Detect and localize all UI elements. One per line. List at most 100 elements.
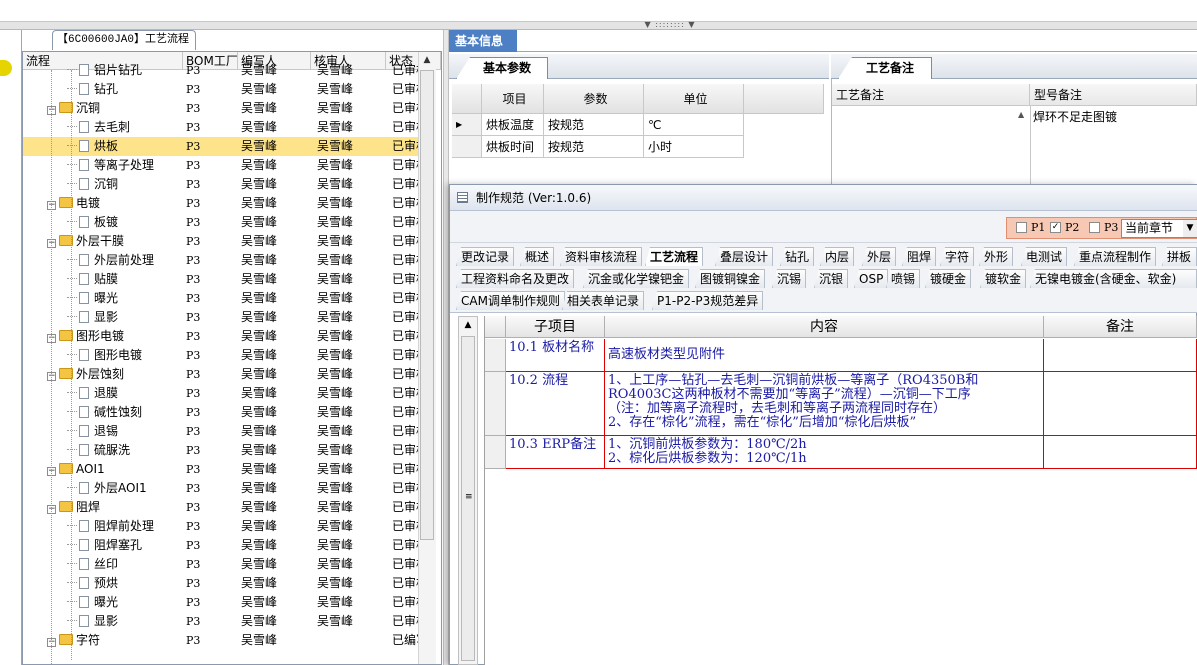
tree-row[interactable]: 硫脲洗 P3 吴雪峰 吴雪峰 已审核 — [23, 441, 428, 460]
tree-node[interactable]: 等离子处理 — [67, 156, 179, 175]
tree-folder-row[interactable]: − AOI1 P3 吴雪峰 吴雪峰 已审核 — [23, 460, 428, 479]
chapter-tab[interactable]: 镀硬金 — [925, 269, 972, 288]
tree-node[interactable]: 贴膜 — [67, 270, 179, 289]
checkbox-p2[interactable]: ✓ — [1050, 222, 1061, 233]
grid-cell-subitem[interactable]: 10.1 板材名称 — [506, 339, 605, 372]
tree-node[interactable]: 阻焊前处理 — [67, 517, 179, 536]
tree-node[interactable]: 预烘 — [67, 574, 179, 593]
tree-row[interactable]: 丝印 P3 吴雪峰 吴雪峰 已审核 — [23, 555, 428, 574]
tree-node[interactable]: − 电镀 — [47, 194, 179, 213]
scroll-up-icon[interactable]: ▲ — [461, 318, 475, 332]
tree-row[interactable]: 贴膜 P3 吴雪峰 吴雪峰 已审核 — [23, 270, 428, 289]
tree-row[interactable]: 碱性蚀刻 P3 吴雪峰 吴雪峰 已审核 — [23, 403, 428, 422]
chapter-tab[interactable]: 电测试 — [1021, 247, 1068, 266]
tree-node[interactable]: − 阻焊 — [47, 498, 179, 517]
tree-node[interactable]: 显影 — [67, 612, 179, 631]
grid-cell-subitem[interactable]: 10.3 ERP备注 — [506, 436, 605, 469]
grid-cell-note[interactable] — [1044, 436, 1197, 469]
tree-node[interactable]: 丝印 — [67, 555, 179, 574]
grid-col-0[interactable]: 子项目 — [506, 316, 605, 338]
tree-row[interactable]: 退锡 P3 吴雪峰 吴雪峰 已审核 — [23, 422, 428, 441]
tree-folder-row[interactable]: − 外层蚀刻 P3 吴雪峰 吴雪峰 已审核 — [23, 365, 428, 384]
tree-row[interactable]: 外层前处理 P3 吴雪峰 吴雪峰 已审核 — [23, 251, 428, 270]
tree-node[interactable]: 沉铜 — [67, 175, 179, 194]
tree-node[interactable]: − 图形电镀 — [47, 327, 179, 346]
chapter-tab[interactable]: 叠层设计 — [715, 247, 774, 266]
params-cell-item[interactable]: 烘板时间 — [482, 136, 544, 158]
chapter-tab[interactable]: 图镀铜镍金 — [695, 269, 766, 288]
grid-cell-subitem[interactable]: 10.2 流程 — [506, 372, 605, 436]
tree-row[interactable]: 显影 P3 吴雪峰 吴雪峰 已审核 — [23, 308, 428, 327]
tree-row[interactable]: 等离子处理 P3 吴雪峰 吴雪峰 已审核 — [23, 156, 428, 175]
tree-row[interactable]: 钻孔 P3 吴雪峰 吴雪峰 已审核 — [23, 80, 428, 99]
tab-basic-params[interactable]: 基本参数 — [456, 57, 548, 79]
chapter-tab[interactable]: 镀软金 — [980, 269, 1027, 288]
grid-cell-note[interactable] — [1044, 372, 1197, 436]
model-note-text[interactable]: 焊环不足走图镀 — [1033, 108, 1117, 125]
chapter-tab[interactable]: P1-P2-P3规范差异 — [652, 291, 764, 310]
tree-scrollbar-thumb[interactable] — [420, 70, 434, 540]
chapter-tab[interactable]: OSP — [854, 269, 889, 288]
params-cell-item[interactable]: 烘板温度 — [482, 114, 544, 136]
grid-row-header[interactable] — [485, 372, 506, 436]
chapter-tab[interactable]: 内层 — [820, 247, 855, 266]
tree-node[interactable]: 退锡 — [67, 422, 179, 441]
tree-node[interactable]: 曝光 — [67, 289, 179, 308]
tree-folder-row[interactable]: − 沉铜 P3 吴雪峰 吴雪峰 已审核 — [23, 99, 428, 118]
horizontal-splitter[interactable] — [0, 22, 1197, 30]
scroll-up-icon[interactable]: ▲ — [420, 53, 434, 67]
chapter-tab[interactable]: 概述 — [520, 247, 555, 266]
chapter-tab[interactable]: CAM调单制作规则 — [456, 291, 565, 310]
grid-cell-content[interactable]: 高速板材类型见附件 — [605, 339, 1044, 372]
params-col-0[interactable]: 项目 — [482, 84, 544, 114]
chapter-tab[interactable]: 工程资料命名及更改 — [456, 269, 575, 288]
tab-basic-info[interactable]: 基本信息 — [449, 30, 517, 52]
tree-node[interactable]: − 外层干膜 — [47, 232, 179, 251]
tree-row[interactable]: 预烘 P3 吴雪峰 吴雪峰 已审核 — [23, 574, 428, 593]
chapter-tab[interactable]: 钻孔 — [780, 247, 815, 266]
checkbox-p1[interactable] — [1016, 222, 1027, 233]
tree-row[interactable]: 曝光 P3 吴雪峰 吴雪峰 已审核 — [23, 593, 428, 612]
tree-node[interactable]: 板镀 — [67, 213, 179, 232]
tree-node[interactable]: − AOI1 — [47, 460, 179, 479]
tree-folder-row[interactable]: − 电镀 P3 吴雪峰 吴雪峰 已审核 — [23, 194, 428, 213]
tree-row[interactable]: 阻焊塞孔 P3 吴雪峰 吴雪峰 已审核 — [23, 536, 428, 555]
tree-node[interactable]: 曝光 — [67, 593, 179, 612]
grid-row-header[interactable] — [485, 436, 506, 469]
splitter-grip-icon[interactable]: ▼ :::::::: ▼ — [640, 21, 700, 30]
tree-node[interactable]: − 沉铜 — [47, 99, 179, 118]
chapter-tab[interactable]: 字符 — [940, 247, 975, 266]
tree-folder-row[interactable]: − 图形电镀 P3 吴雪峰 吴雪峰 已审核 — [23, 327, 428, 346]
chapter-tab[interactable]: 沉锡 — [772, 269, 807, 288]
tree-row[interactable]: 图形电镀 P3 吴雪峰 吴雪峰 已审核 — [23, 346, 428, 365]
grid-col-2[interactable]: 备注 — [1044, 316, 1197, 338]
tree-node[interactable]: 显影 — [67, 308, 179, 327]
params-col-1[interactable]: 参数 — [544, 84, 644, 114]
tree-node[interactable]: 退膜 — [67, 384, 179, 403]
params-cell-param[interactable]: 按规范 — [544, 114, 644, 136]
grid-row-header[interactable] — [485, 339, 506, 372]
tree-folder-row[interactable]: − 字符 P3 吴雪峰 已编写 — [23, 631, 428, 650]
tree-node[interactable]: 阻焊塞孔 — [67, 536, 179, 555]
tree-row[interactable]: 板镀 P3 吴雪峰 吴雪峰 已审核 — [23, 213, 428, 232]
tree-node[interactable]: 硫脲洗 — [67, 441, 179, 460]
chapter-tab[interactable]: 工艺流程 — [645, 247, 704, 266]
tree-row[interactable]: 铝片钻孔 P3 吴雪峰 吴雪峰 已审核 — [23, 61, 428, 80]
tree-node[interactable]: 碱性蚀刻 — [67, 403, 179, 422]
tree-row[interactable]: 烘板 P3 吴雪峰 吴雪峰 已审核 — [23, 137, 428, 156]
tree-node[interactable]: 铝片钻孔 — [67, 61, 179, 80]
chapter-tab[interactable]: 外层 — [862, 247, 897, 266]
tree-node[interactable]: 外层AOI1 — [67, 479, 179, 498]
tree-row[interactable]: 外层AOI1 P3 吴雪峰 吴雪峰 已审核 — [23, 479, 428, 498]
tree-row[interactable]: 退膜 P3 吴雪峰 吴雪峰 已审核 — [23, 384, 428, 403]
params-cell-unit[interactable]: 小时 — [644, 136, 744, 158]
chapter-tab[interactable]: 相关表单记录 — [562, 291, 645, 310]
tree-node[interactable]: 图形电镀 — [67, 346, 179, 365]
tree-node[interactable]: − 字符 — [47, 631, 179, 650]
chapter-tab[interactable]: 沉金或化学镍钯金 — [583, 269, 690, 288]
tree-row[interactable]: 阻焊前处理 P3 吴雪峰 吴雪峰 已审核 — [23, 517, 428, 536]
chapter-tab[interactable]: 更改记录 — [456, 247, 515, 266]
chapter-tab[interactable]: 阻焊 — [902, 247, 937, 266]
tree-row[interactable]: 显影 P3 吴雪峰 吴雪峰 已审核 — [23, 612, 428, 631]
tree-node[interactable]: 钻孔 — [67, 80, 179, 99]
